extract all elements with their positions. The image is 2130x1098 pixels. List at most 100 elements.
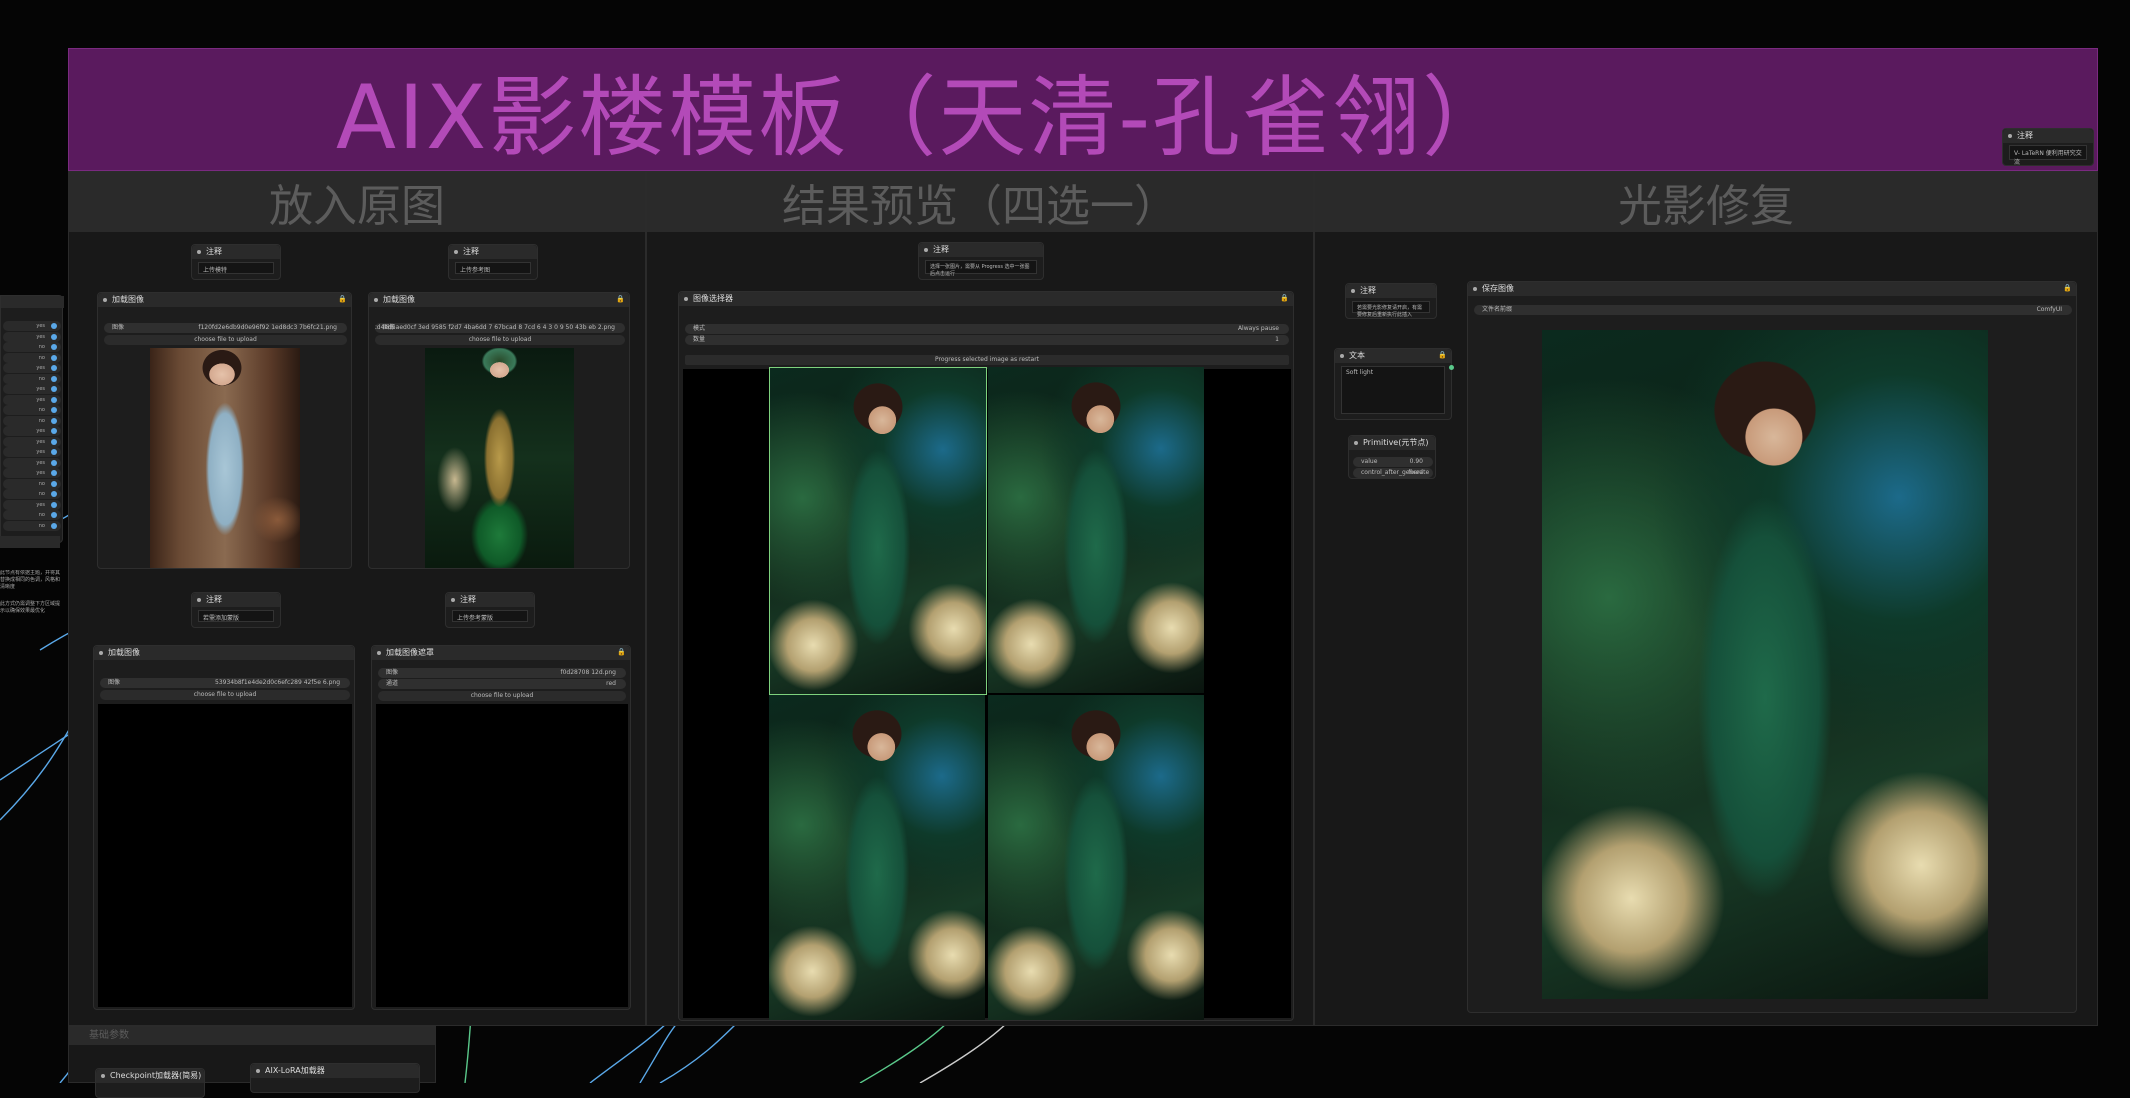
- load-a-upload-button[interactable]: choose file to upload: [104, 335, 347, 345]
- text-node-input[interactable]: Soft light: [1341, 366, 1445, 414]
- load-image-node-c[interactable]: 加载图像 图像 53934b8f1e4de2d0c6efc289 42f5e 6…: [93, 645, 355, 1010]
- note-d-text[interactable]: 上传参考蒙版: [452, 610, 528, 622]
- note-node-add-mask[interactable]: 注释 若需添加蒙版: [191, 592, 281, 628]
- result-image-3[interactable]: [769, 695, 985, 1020]
- primitive-control-combo[interactable]: control_after_generate fixed: [1353, 468, 1433, 478]
- load-image-mask-node[interactable]: 加载图像遮罩 🔒 图像 f0d28708 12d.png 通道 red choo…: [371, 645, 631, 1010]
- load-c-empty-preview: [98, 704, 352, 1007]
- load-a-file-value: f120fd2e6db9d0e96f92 1ed8dc3 7b6fc21.png: [198, 324, 337, 331]
- note-node-relight[interactable]: 注释 若需要光影修复请开启，有需要修复后重新执行此插入: [1345, 283, 1437, 319]
- group-preview-title: 结果预览（四选一）: [647, 172, 1313, 232]
- note-c-text[interactable]: 若需添加蒙版: [198, 610, 274, 622]
- sidebar-toggle-value: yes: [36, 449, 45, 455]
- sidebar-toggle-row[interactable]: no: [3, 342, 61, 352]
- corner-note-text[interactable]: V- LaTeRN 便利用研究交流: [2009, 145, 2087, 166]
- toggle-knob-icon: [51, 470, 57, 476]
- toggle-knob-icon: [51, 417, 57, 424]
- save-prefix-label: 文件名前缀: [1482, 306, 1513, 313]
- note-node-upload-model[interactable]: 注释 上传模特: [191, 244, 281, 280]
- note-relight-text[interactable]: 若需要光影修复请开启，有需要修复后重新执行此插入: [1352, 301, 1430, 318]
- sidebar-toggle-value: yes: [36, 459, 45, 466]
- result-image-1[interactable]: [769, 367, 987, 695]
- load-d-upload-button[interactable]: choose file to upload: [378, 691, 626, 701]
- corner-note-node[interactable]: 注释 V- LaTeRN 便利用研究交流: [2002, 128, 2094, 166]
- sidebar-toggle-row[interactable]: yes: [3, 436, 61, 447]
- load-c-title: 加载图像: [94, 646, 354, 660]
- note-preview-text[interactable]: 选择一张图片，需要从 Progress 选中一张图后点击运行: [925, 260, 1037, 277]
- selector-title: 图像选择器: [679, 292, 1293, 306]
- sidebar-toggle-row[interactable]: yes: [3, 331, 61, 342]
- sidebar-toggle-row[interactable]: no: [3, 405, 61, 415]
- sidebar-toggle-value: no: [38, 480, 45, 487]
- lora-loader-node[interactable]: AIX-LoRA加载器: [250, 1063, 420, 1093]
- toggle-knob-icon: [51, 396, 57, 403]
- selector-count-field[interactable]: 数量 1: [685, 335, 1289, 345]
- sidebar-toggle-row[interactable]: no: [3, 478, 61, 489]
- sidebar-toggle-row[interactable]: no: [3, 373, 61, 384]
- sidebar-toggle-row[interactable]: yes: [3, 468, 61, 478]
- note-b-text[interactable]: 上传参考图: [455, 262, 531, 274]
- note-relight-title: 注释: [1346, 284, 1436, 298]
- image-selector-node[interactable]: 图像选择器 🔒 模式 Always pause 数量 1 Progress se…: [678, 291, 1294, 1021]
- lora-title: AIX-LoRA加载器: [251, 1064, 419, 1078]
- lock-icon: 🔒: [338, 295, 347, 303]
- load-d-file-combo[interactable]: 图像 f0d28708 12d.png: [378, 668, 626, 678]
- load-image-node-b[interactable]: 加载图像 🔒 图像 d1f2e4fcd4ed5aed0cf 3ed 9585 f…: [368, 292, 630, 569]
- text-node-title: 文本: [1335, 349, 1451, 363]
- note-b-title: 注释: [449, 245, 537, 259]
- sidebar-toggle-row[interactable]: no: [3, 415, 61, 426]
- corner-note-title: 注释: [2003, 129, 2093, 143]
- save-prefix-field[interactable]: 文件名前缀 ComfyUI: [1474, 305, 2072, 315]
- load-b-file-combo[interactable]: 图像 d1f2e4fcd4ed5aed0cf 3ed 9585 f2d7 4ba…: [375, 323, 625, 333]
- group-params-title: 基础参数: [69, 1027, 435, 1045]
- sidebar-toggle-row[interactable]: yes: [3, 457, 61, 468]
- note-preview-title: 注释: [919, 243, 1043, 257]
- sidebar-toggle-row[interactable]: no: [3, 510, 61, 520]
- load-b-file-value: d1f2e4fcd4ed5aed0cf 3ed 9585 f2d7 4ba6dd…: [375, 324, 615, 331]
- note-d-title: 注释: [446, 593, 534, 607]
- selector-count-label: 数量: [693, 336, 706, 343]
- save-image-node[interactable]: 保存图像 🔒 文件名前缀 ComfyUI: [1467, 281, 2077, 1013]
- sidebar-toggle-row[interactable]: yes: [3, 447, 61, 457]
- load-b-upload-button[interactable]: choose file to upload: [375, 335, 625, 345]
- selector-mode-combo[interactable]: 模式 Always pause: [685, 324, 1289, 334]
- text-node[interactable]: 文本 🔒 Soft light: [1334, 348, 1454, 420]
- result-image-2[interactable]: [988, 367, 1204, 693]
- note-node-upload-reference[interactable]: 注释 上传参考图: [448, 244, 538, 280]
- sidebar-toggle-row[interactable]: yes: [3, 363, 61, 373]
- checkpoint-loader-node[interactable]: Checkpoint加载器(简易): [95, 1068, 205, 1098]
- primitive-value-field[interactable]: value 0.90: [1353, 457, 1433, 467]
- sidebar-toggle-value: no: [38, 344, 45, 350]
- sidebar-toggle-value: no: [38, 417, 45, 424]
- load-c-file-combo[interactable]: 图像 53934b8f1e4de2d0c6efc289 42f5e 6.png: [100, 678, 350, 688]
- note-a-title: 注释: [192, 245, 280, 259]
- sidebar-toggle-row[interactable]: yes: [3, 499, 61, 510]
- progress-selected-button[interactable]: Progress selected image as restart: [685, 355, 1289, 365]
- load-d-channel-combo[interactable]: 通道 red: [378, 679, 626, 689]
- lock-icon: 🔒: [1438, 351, 1447, 359]
- toggle-knob-icon: [51, 344, 57, 350]
- note-a-text[interactable]: 上传模特: [198, 262, 274, 274]
- note-node-reference-mask[interactable]: 注释 上传参考蒙版: [445, 592, 535, 628]
- load-c-upload-button[interactable]: choose file to upload: [100, 690, 350, 700]
- sidebar-toggle-row[interactable]: yes: [3, 426, 61, 436]
- toggle-knob-icon: [51, 323, 57, 329]
- load-a-file-combo[interactable]: 图像 f120fd2e6db9d0e96f92 1ed8dc3 7b6fc21.…: [104, 323, 347, 333]
- sidebar-toggle-row[interactable]: yes: [3, 321, 61, 331]
- load-image-node-a[interactable]: 加载图像 🔒 图像 f120fd2e6db9d0e96f92 1ed8dc3 7…: [97, 292, 352, 569]
- sidebar-toggle-value: no: [38, 407, 45, 413]
- load-d-channel-label: 通道: [386, 680, 399, 687]
- sidebar-toggle-row[interactable]: no: [3, 352, 61, 363]
- sidebar-toggle-value: no: [38, 491, 45, 497]
- load-a-title: 加载图像: [98, 293, 351, 307]
- primitive-node[interactable]: Primitive(元节点) value 0.90 control_after_…: [1348, 435, 1436, 479]
- sidebar-toggle-value: no: [38, 522, 45, 529]
- sidebar-toggle-row[interactable]: yes: [3, 394, 61, 405]
- text-output-dot[interactable]: [1449, 365, 1454, 370]
- sidebar-toggle-row[interactable]: no: [3, 520, 61, 531]
- sidebar-toggle-row[interactable]: yes: [3, 384, 61, 394]
- toggle-knob-icon: [51, 386, 57, 392]
- sidebar-toggle-row[interactable]: no: [3, 489, 61, 499]
- result-image-4[interactable]: [988, 695, 1204, 1020]
- note-node-preview[interactable]: 注释 选择一张图片，需要从 Progress 选中一张图后点击运行: [918, 242, 1044, 280]
